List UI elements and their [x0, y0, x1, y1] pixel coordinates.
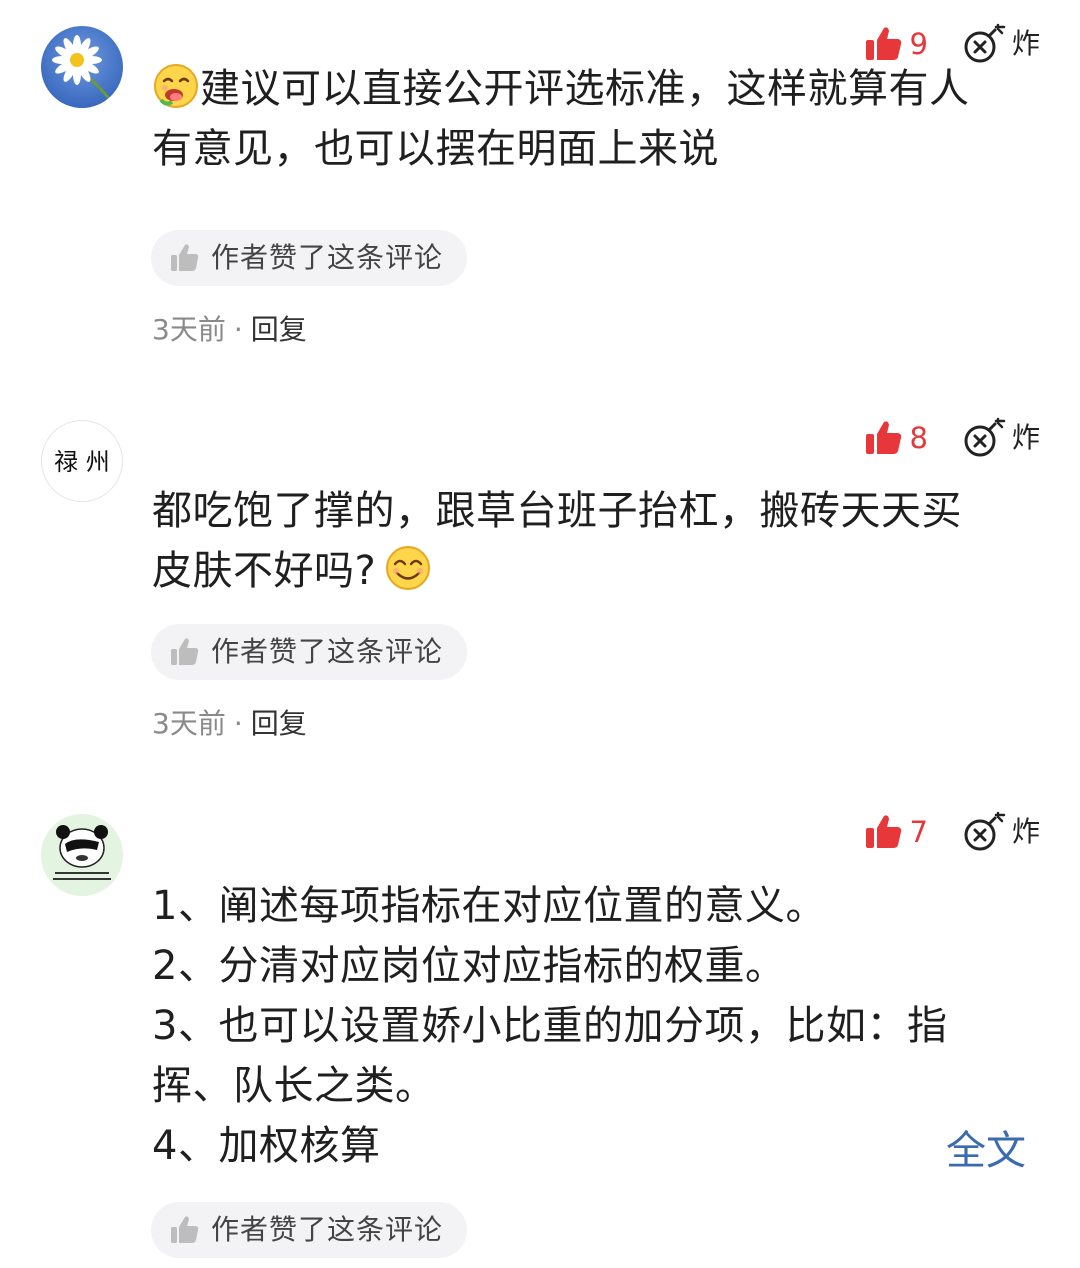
comment-line-text: 皮肤不好吗? — [152, 548, 377, 594]
avatar[interactable] — [41, 814, 123, 896]
like-button[interactable]: 8 — [864, 418, 928, 458]
thumbs-up-icon — [865, 815, 901, 848]
smiling-face-emoji-icon — [384, 544, 432, 592]
calligraphy-avatar-icon: 禄 州 — [54, 448, 110, 476]
like-count: 9 — [909, 26, 928, 61]
svg-text:禄 州: 禄 州 — [54, 448, 110, 476]
comment-actions: 7 炸 — [864, 810, 1040, 854]
comment-line: 3、也可以设置娇小比重的加分项，比如：指 — [152, 1003, 948, 1049]
like-count: 7 — [909, 814, 928, 849]
author-liked-label: 作者赞了这条评论 — [211, 1213, 444, 1246]
author-liked-label: 作者赞了这条评论 — [211, 635, 444, 668]
comment-line: 4、加权核算 — [152, 1123, 381, 1169]
bomb-icon — [964, 417, 1006, 457]
bomb-button[interactable]: 炸 — [962, 810, 1040, 854]
comment-actions: 8 炸 — [864, 416, 1040, 460]
comment-text: 1、阐述每项指标在对应位置的意义。 2、分清对应岗位对应指标的权重。 3、也可以… — [152, 876, 1042, 1176]
bomb-button[interactable]: 炸 — [962, 416, 1040, 460]
comment-line: 1、阐述每项指标在对应位置的意义。 — [152, 883, 826, 929]
thumbs-up-icon — [865, 421, 901, 454]
comment-time: 3天前 — [152, 313, 226, 346]
drooling-face-emoji-icon — [152, 62, 200, 110]
like-count: 8 — [909, 420, 928, 455]
comment-line-text: 建议可以直接公开评选标准，这样就算有人 — [200, 66, 970, 112]
bomb-icon — [964, 811, 1006, 851]
comment-text: 建议可以直接公开评选标准，这样就算有人 有意见，也可以摆在明面上来说 — [152, 59, 1042, 179]
comment-line: 挥、队长之类。 — [152, 1063, 436, 1109]
bomb-label: 炸 — [1011, 815, 1040, 848]
comment-time: 3天前 — [152, 707, 226, 740]
thumbs-up-icon — [171, 638, 199, 665]
comment-line: 皮肤不好吗? — [152, 541, 1042, 601]
bomb-label: 炸 — [1011, 27, 1040, 60]
avatar[interactable]: 禄 州 — [41, 420, 123, 502]
reply-button[interactable]: 回复 — [251, 316, 307, 344]
author-liked-badge: 作者赞了这条评论 — [151, 1202, 468, 1258]
panda-meme-avatar-icon — [41, 814, 123, 896]
like-button[interactable]: 7 — [864, 812, 928, 852]
thumbs-up-icon — [171, 1216, 199, 1243]
comment-meta: 3天前 · 回复 — [152, 710, 307, 738]
thumbs-up-icon — [865, 27, 901, 60]
comment-line: 有意见，也可以摆在明面上来说 — [152, 126, 719, 172]
meta-separator: · — [233, 707, 243, 740]
avatar[interactable] — [41, 26, 123, 108]
like-button[interactable]: 9 — [864, 24, 928, 64]
thumbs-up-icon — [171, 244, 199, 271]
meta-separator: · — [233, 313, 243, 346]
comment-line: 建议可以直接公开评选标准，这样就算有人 — [152, 59, 1042, 119]
comment-line: 都吃饱了撑的，跟草台班子抬杠，搬砖天天买 — [152, 488, 962, 534]
daisy-flower-avatar-icon — [41, 26, 123, 108]
reply-button[interactable]: 回复 — [251, 710, 307, 738]
author-liked-badge: 作者赞了这条评论 — [151, 624, 468, 680]
comment-text: 都吃饱了撑的，跟草台班子抬杠，搬砖天天买 皮肤不好吗? — [152, 481, 1042, 601]
bomb-label: 炸 — [1011, 421, 1040, 454]
comment-line: 2、分清对应岗位对应指标的权重。 — [152, 943, 786, 989]
author-liked-badge: 作者赞了这条评论 — [151, 230, 468, 286]
full-text-link[interactable]: 全文 — [946, 1131, 1026, 1171]
author-liked-label: 作者赞了这条评论 — [211, 241, 444, 274]
comment-meta: 3天前 · 回复 — [152, 316, 307, 344]
